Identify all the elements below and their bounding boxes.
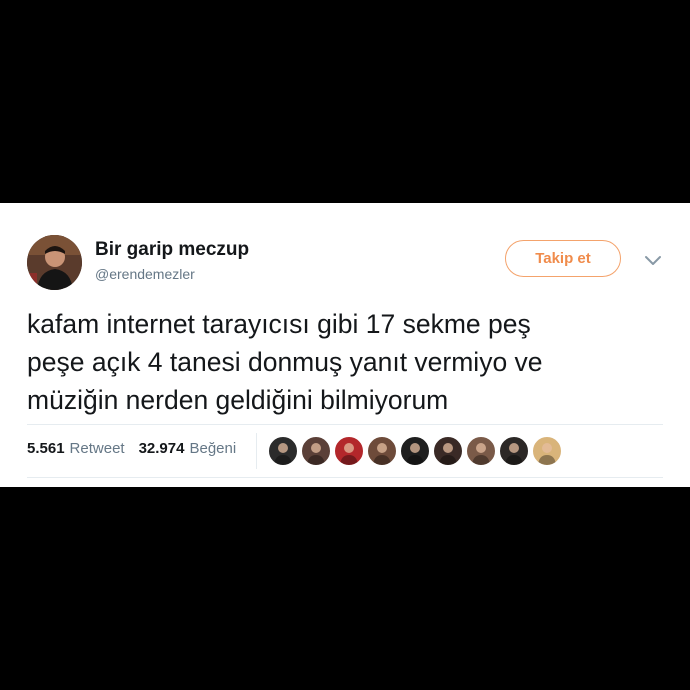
user-handle[interactable]: @erendemezler (95, 266, 195, 282)
liker-avatar-9[interactable] (532, 436, 562, 466)
tweet-text: kafam internet tarayıcısı gibi 17 sekme … (27, 305, 647, 419)
avatar[interactable] (27, 235, 82, 290)
display-name[interactable]: Bir garip meczup (95, 239, 249, 261)
tweet-card: Bir garip meczup @erendemezler Takip et … (0, 203, 690, 487)
liker-avatar-2[interactable] (301, 436, 331, 466)
divider (256, 433, 257, 469)
follow-button[interactable]: Takip et (505, 240, 621, 277)
liker-avatar-8[interactable] (499, 436, 529, 466)
retweet-label[interactable]: Retweet (70, 440, 125, 457)
chevron-down-icon[interactable] (642, 252, 664, 270)
like-count[interactable]: 32.974 (139, 440, 185, 457)
avatar-image (27, 235, 82, 290)
tweet-text-line: kafam internet tarayıcısı gibi 17 sekme … (27, 309, 531, 339)
liker-avatar-3[interactable] (334, 436, 364, 466)
liker-avatar-6[interactable] (433, 436, 463, 466)
like-label[interactable]: Beğeni (189, 440, 236, 457)
liker-avatar-1[interactable] (268, 436, 298, 466)
retweet-count[interactable]: 5.561 (27, 440, 65, 457)
liker-avatar-7[interactable] (466, 436, 496, 466)
liker-avatar-4[interactable] (367, 436, 397, 466)
screenshot-frame: Bir garip meczup @erendemezler Takip et … (0, 0, 690, 690)
liker-avatar-5[interactable] (400, 436, 430, 466)
tweet-stats: 5.561 Retweet 32.974 Beğeni (27, 440, 250, 457)
divider (27, 424, 663, 425)
tweet-text-line: müziğin nerden geldiğini bilmiyorum (27, 385, 449, 415)
divider (27, 477, 663, 478)
tweet-text-line: peşe açık 4 tanesi donmuş yanıt vermiyo … (27, 347, 543, 377)
